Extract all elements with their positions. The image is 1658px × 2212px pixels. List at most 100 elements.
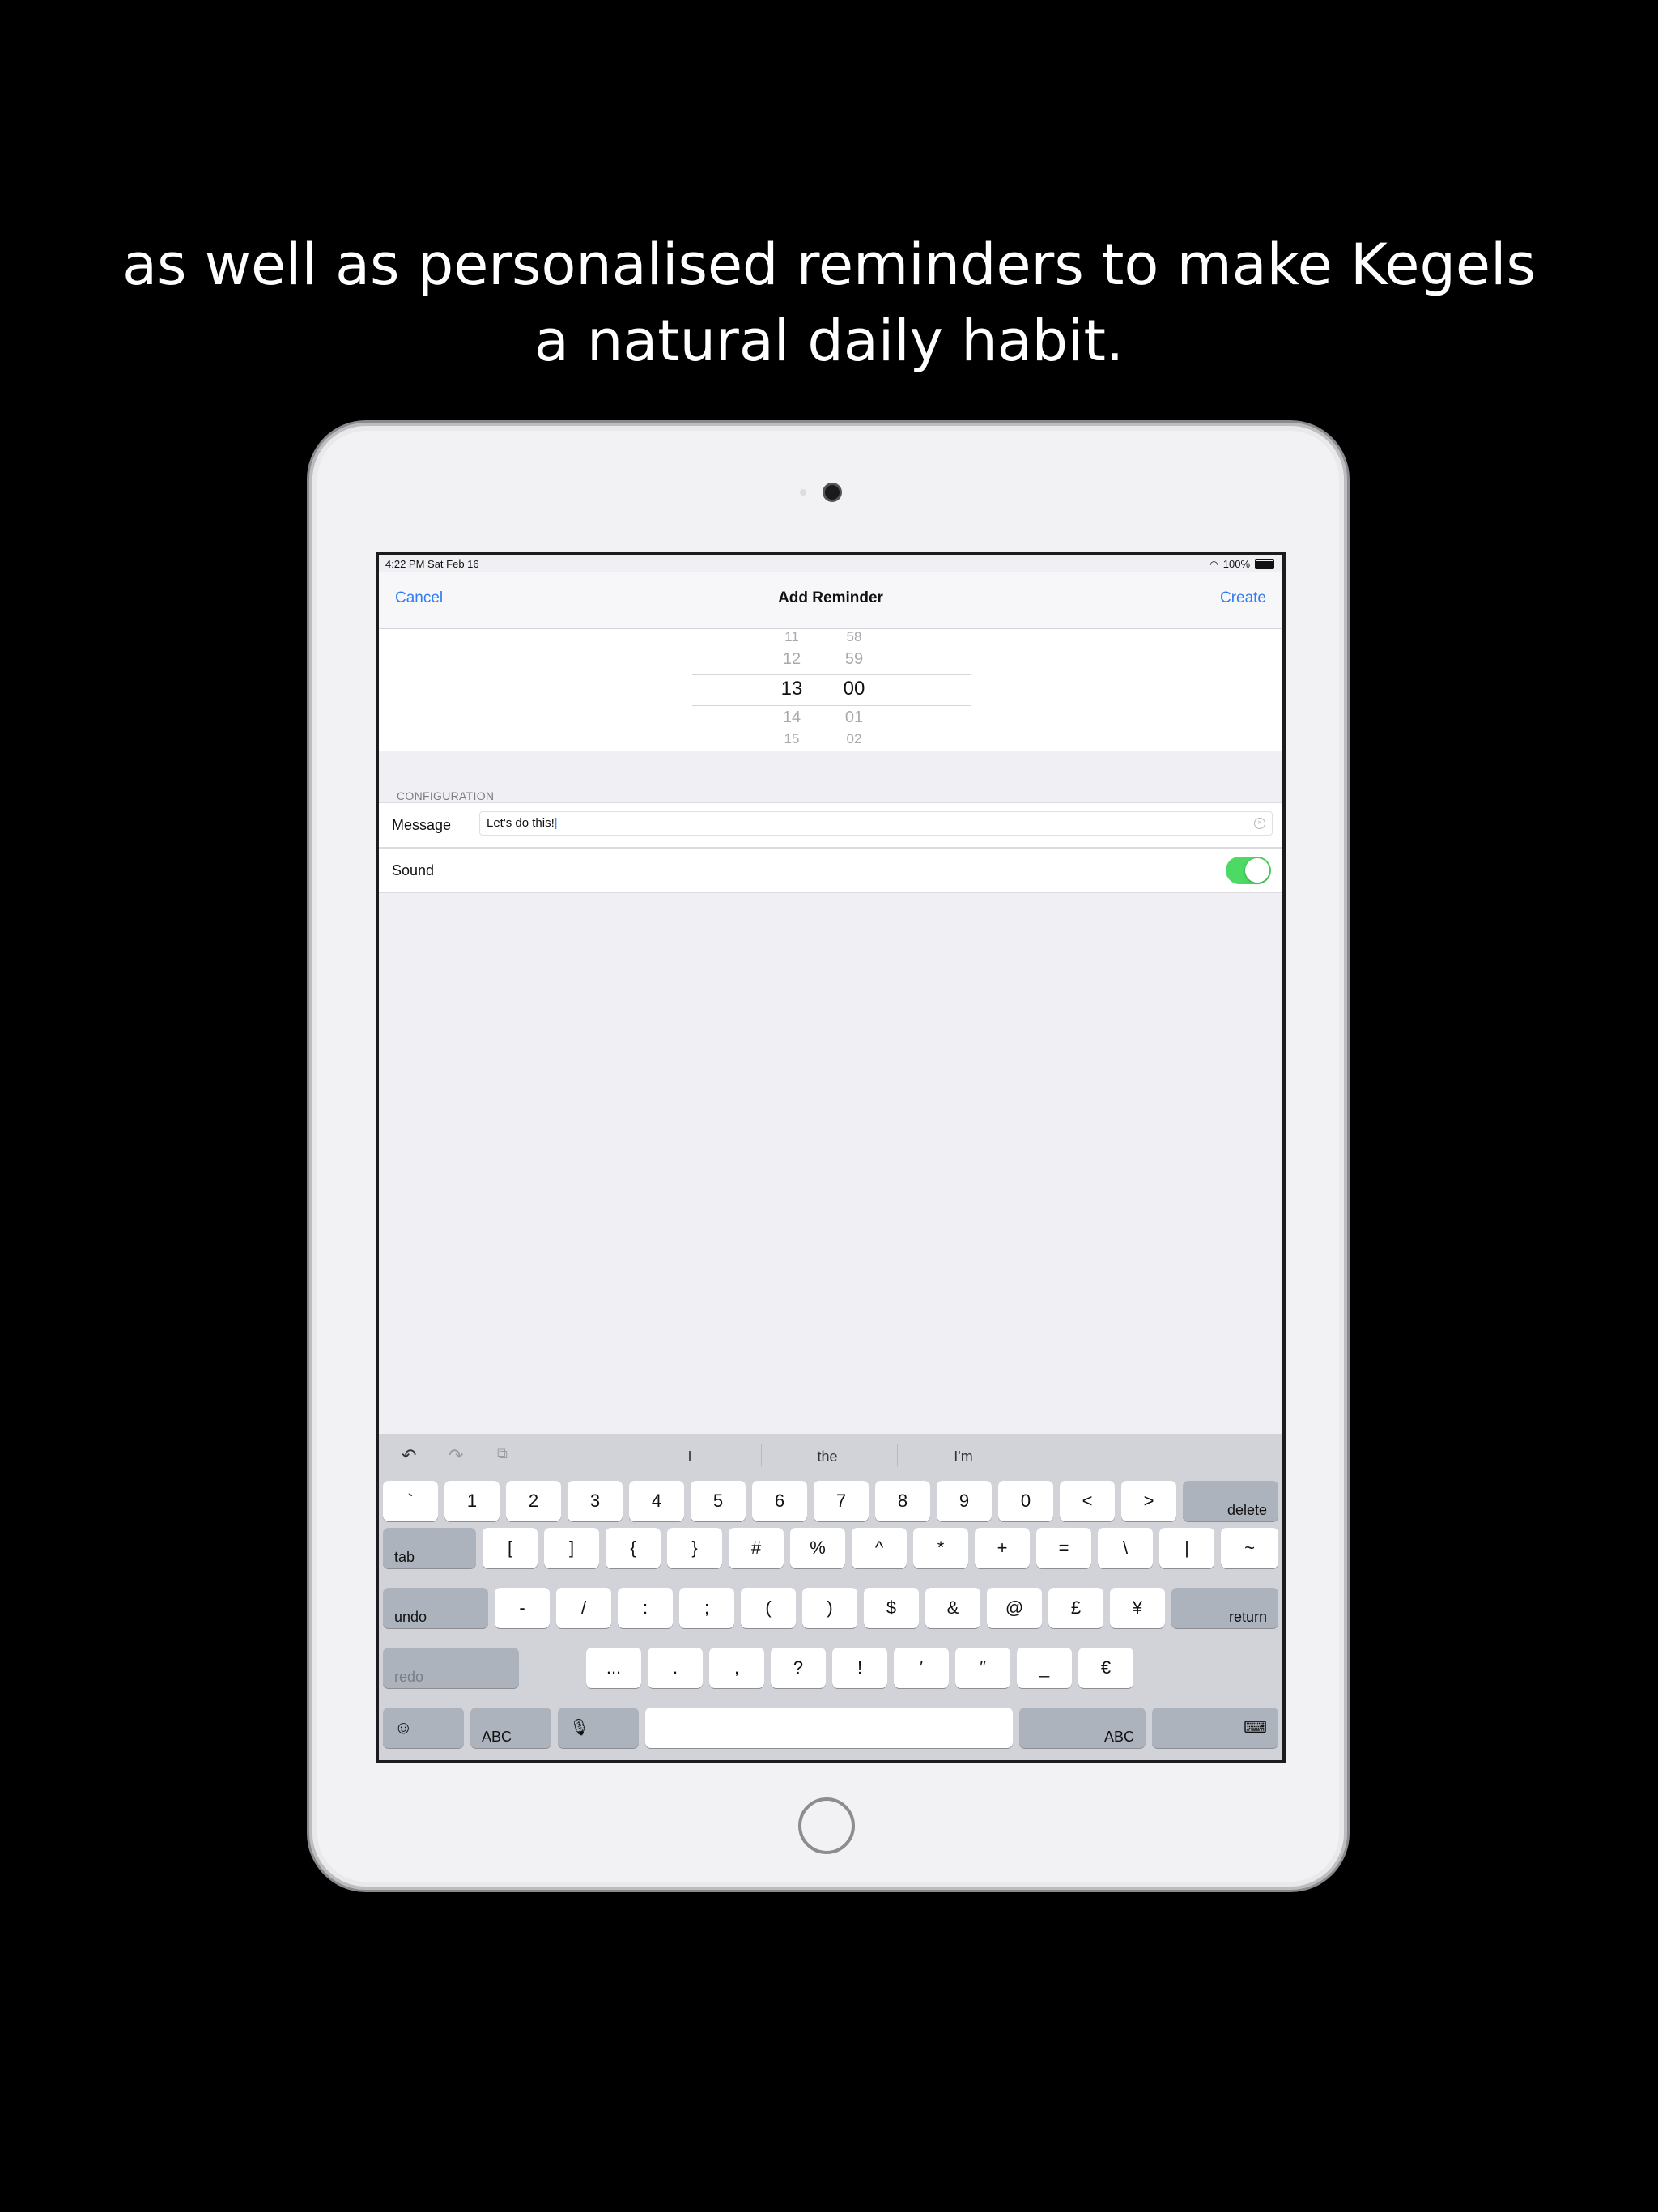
key-backslash[interactable]: \: [1098, 1528, 1153, 1568]
key-caret[interactable]: ^: [852, 1528, 907, 1568]
minute-option[interactable]: 01: [830, 708, 878, 727]
key-period[interactable]: .: [648, 1648, 703, 1688]
key-colon[interactable]: :: [618, 1588, 673, 1628]
cancel-button[interactable]: Cancel: [395, 589, 443, 607]
key-slash[interactable]: /: [556, 1588, 611, 1628]
caption: as well as personalised reminders to mak…: [0, 227, 1658, 379]
screen: 4:22 PM Sat Feb 16 ◠ 100% Cancel Add Rem…: [376, 552, 1286, 1763]
key-ellipsis[interactable]: ...: [586, 1648, 641, 1688]
ipad-frame: 4:22 PM Sat Feb 16 ◠ 100% Cancel Add Rem…: [309, 423, 1347, 1890]
section-header-configuration: CONFIGURATION: [397, 789, 495, 802]
microphone-icon: 🎙: [569, 1719, 590, 1737]
abc-key-right[interactable]: ABC: [1019, 1708, 1146, 1748]
message-field[interactable]: Let's do this!| ×: [479, 811, 1273, 836]
key-at[interactable]: @: [987, 1588, 1042, 1628]
key-question[interactable]: ?: [771, 1648, 826, 1688]
key-euro[interactable]: €: [1078, 1648, 1133, 1688]
toggle-knob: [1245, 858, 1269, 883]
redo-key[interactable]: redo: [383, 1648, 519, 1688]
sound-label: Sound: [392, 862, 435, 878]
home-button[interactable]: [798, 1797, 855, 1854]
paste-icon[interactable]: ⧉: [497, 1445, 508, 1462]
wifi-icon: ◠: [1209, 558, 1218, 570]
key-open-paren[interactable]: (: [741, 1588, 796, 1628]
key-3[interactable]: 3: [568, 1481, 623, 1521]
sensor-dot: [800, 489, 806, 496]
message-label: Message: [392, 817, 452, 833]
key-backtick[interactable]: `: [383, 1481, 438, 1521]
minute-option[interactable]: 59: [830, 650, 878, 669]
key-apostrophe[interactable]: ′: [894, 1648, 949, 1688]
create-button[interactable]: Create: [1220, 589, 1266, 607]
keyboard: ↶ ↷ ⧉ I the I'm ` 1 2 3 4 5 6 7 8 9 0 < …: [379, 1434, 1282, 1760]
emoji-key[interactable]: ☺: [383, 1708, 464, 1748]
suggestion-1[interactable]: I: [625, 1448, 755, 1465]
key-hash[interactable]: #: [729, 1528, 784, 1568]
key-open-brace[interactable]: {: [606, 1528, 661, 1568]
time-picker[interactable]: 11 12 13 14 15 58 59 00 01 02: [379, 629, 1282, 751]
key-close-bracket[interactable]: ]: [544, 1528, 599, 1568]
suggestion-divider: [897, 1444, 898, 1466]
picker-selection-top-line: [692, 674, 971, 675]
undo-key[interactable]: undo: [383, 1588, 488, 1628]
key-5[interactable]: 5: [691, 1481, 746, 1521]
space-bar[interactable]: [645, 1708, 1013, 1748]
dictation-key[interactable]: 🎙: [558, 1708, 639, 1748]
abc-key-left[interactable]: ABC: [470, 1708, 551, 1748]
hour-option[interactable]: 14: [767, 708, 816, 727]
keyboard-dismiss-icon: ⌨: [1244, 1719, 1267, 1737]
key-7[interactable]: 7: [814, 1481, 869, 1521]
key-greater-than[interactable]: >: [1121, 1481, 1176, 1521]
key-1[interactable]: 1: [444, 1481, 500, 1521]
sound-toggle[interactable]: [1226, 857, 1271, 884]
key-6[interactable]: 6: [752, 1481, 807, 1521]
minute-option-selected[interactable]: 00: [830, 678, 878, 700]
key-yen[interactable]: ¥: [1110, 1588, 1165, 1628]
key-comma[interactable]: ,: [709, 1648, 764, 1688]
key-asterisk[interactable]: *: [913, 1528, 968, 1568]
hour-option[interactable]: 12: [767, 650, 816, 669]
key-9[interactable]: 9: [937, 1481, 992, 1521]
picker-selection-bottom-line: [692, 705, 971, 706]
hide-keyboard-key[interactable]: ⌨: [1152, 1708, 1278, 1748]
key-hyphen[interactable]: -: [495, 1588, 550, 1628]
hour-option-selected[interactable]: 13: [767, 678, 816, 700]
key-tilde[interactable]: ~: [1221, 1528, 1278, 1568]
key-2[interactable]: 2: [506, 1481, 561, 1521]
key-close-brace[interactable]: }: [667, 1528, 722, 1568]
suggestion-3[interactable]: I'm: [899, 1448, 1028, 1465]
key-plus[interactable]: +: [975, 1528, 1030, 1568]
key-underscore[interactable]: _: [1017, 1648, 1072, 1688]
hour-option[interactable]: 11: [767, 629, 816, 645]
camera-icon: [823, 483, 842, 502]
key-4[interactable]: 4: [629, 1481, 684, 1521]
undo-arrow-icon[interactable]: ↶: [402, 1445, 416, 1466]
key-quote[interactable]: ″: [955, 1648, 1010, 1688]
key-pipe[interactable]: |: [1159, 1528, 1214, 1568]
delete-key[interactable]: delete: [1183, 1481, 1278, 1521]
navigation-bar: Cancel Add Reminder Create: [379, 572, 1282, 629]
key-0[interactable]: 0: [998, 1481, 1053, 1521]
key-exclamation[interactable]: !: [832, 1648, 887, 1688]
key-equals[interactable]: =: [1036, 1528, 1091, 1568]
return-key[interactable]: return: [1171, 1588, 1278, 1628]
key-dollar[interactable]: $: [864, 1588, 919, 1628]
redo-arrow-icon[interactable]: ↷: [449, 1445, 463, 1466]
key-pound[interactable]: £: [1048, 1588, 1103, 1628]
status-right: ◠ 100%: [1209, 558, 1274, 570]
key-semicolon[interactable]: ;: [679, 1588, 734, 1628]
key-less-than[interactable]: <: [1060, 1481, 1115, 1521]
key-open-bracket[interactable]: [: [483, 1528, 538, 1568]
key-percent[interactable]: %: [790, 1528, 845, 1568]
tab-key[interactable]: tab: [383, 1528, 476, 1568]
key-close-paren[interactable]: ): [802, 1588, 857, 1628]
clear-text-icon[interactable]: ×: [1254, 818, 1265, 829]
key-ampersand[interactable]: &: [925, 1588, 980, 1628]
minute-option[interactable]: 02: [830, 731, 878, 747]
status-bar: 4:22 PM Sat Feb 16 ◠ 100%: [379, 555, 1282, 572]
message-row: Message Let's do this!| ×: [379, 802, 1282, 848]
minute-option[interactable]: 58: [830, 629, 878, 645]
hour-option[interactable]: 15: [767, 731, 816, 747]
key-8[interactable]: 8: [875, 1481, 930, 1521]
suggestion-2[interactable]: the: [763, 1448, 892, 1465]
